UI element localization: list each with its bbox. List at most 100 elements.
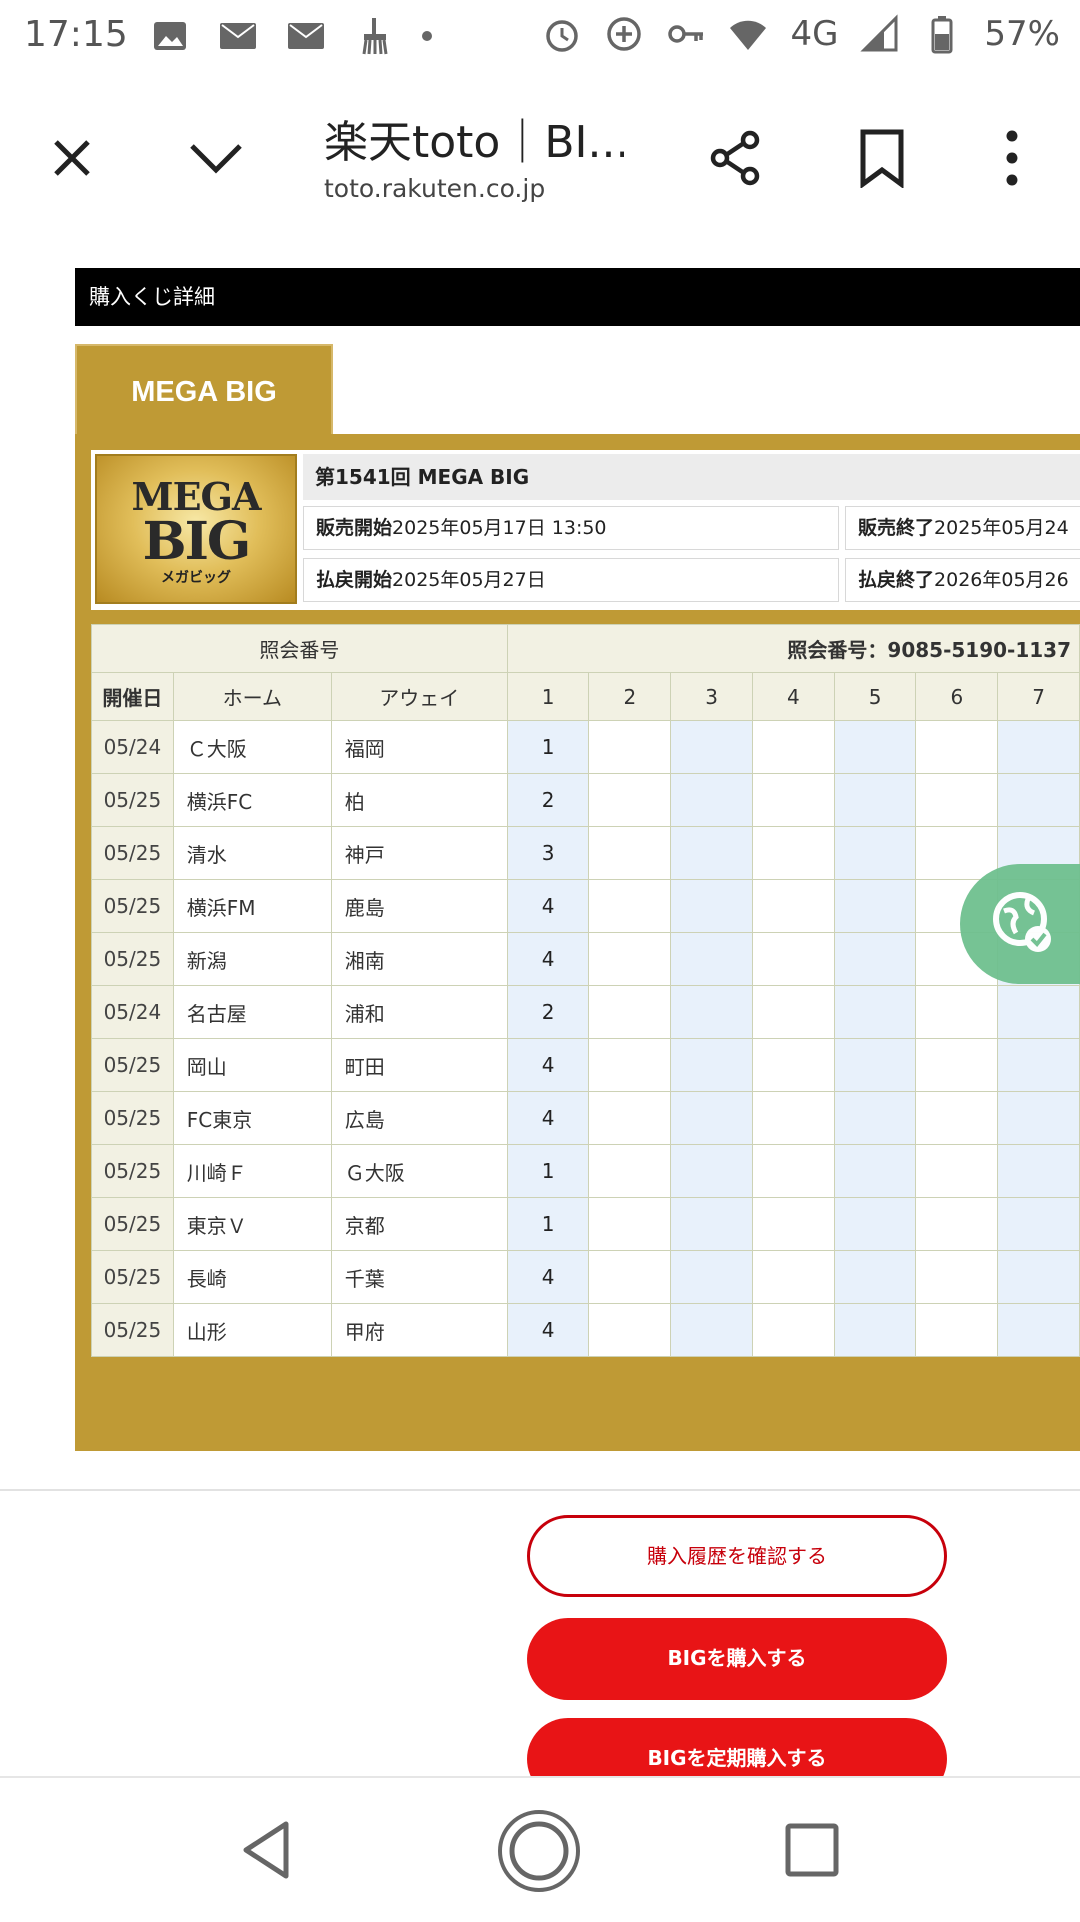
col-pick-3: 3	[670, 672, 753, 721]
empty-pick-cell	[751, 1250, 835, 1304]
empty-pick-cell	[997, 1250, 1080, 1304]
empty-pick-cell	[670, 1250, 753, 1304]
close-tab-button[interactable]	[36, 122, 108, 194]
home-team: Ｃ大阪	[172, 720, 332, 774]
empty-pick-cell	[915, 773, 999, 827]
more-notifications-dot-icon	[422, 31, 432, 41]
col-pick-4: 4	[751, 672, 835, 721]
match-row: 05/25 川崎Ｆ Ｇ大阪 1	[91, 1144, 1080, 1198]
away-team: 広島	[330, 1091, 508, 1145]
match-row: 05/25 長崎 千葉 4	[91, 1250, 1080, 1304]
page-title: 楽天toto｜BI...	[324, 117, 624, 168]
empty-pick-cell	[915, 826, 999, 880]
pick-cell: 1	[506, 1197, 590, 1251]
battery-percent: 57%	[984, 14, 1060, 54]
empty-pick-cell	[670, 1091, 753, 1145]
away-team: 神戸	[330, 826, 508, 880]
empty-pick-cell	[588, 773, 672, 827]
cleaner-icon	[362, 18, 388, 55]
empty-pick-cell	[588, 1038, 672, 1092]
pick-cell: 1	[506, 1144, 590, 1198]
notification-icons	[150, 16, 432, 56]
empty-pick-cell	[833, 879, 917, 933]
home-team: 横浜FM	[172, 879, 332, 933]
sale-start-value: 2025年05月17日 13:50	[392, 517, 607, 539]
translate-badge[interactable]	[960, 864, 1080, 984]
pick-cell: 4	[506, 1303, 590, 1357]
home-team: 名古屋	[172, 985, 332, 1039]
empty-pick-cell	[588, 720, 672, 774]
pick-cell: 4	[506, 879, 590, 933]
empty-pick-cell	[670, 826, 753, 880]
subscribe-big-button[interactable]: BIGを定期購入する	[527, 1718, 947, 1776]
match-date: 05/25	[91, 1250, 174, 1304]
empty-pick-cell	[915, 1303, 999, 1357]
home-button[interactable]	[496, 1808, 582, 1894]
web-content[interactable]: 購入くじ詳細 MEGA BIG MEGA BIG メガビッグ 第1541回 ME…	[0, 240, 1080, 1776]
empty-pick-cell	[751, 879, 835, 933]
share-button[interactable]	[700, 122, 772, 194]
empty-pick-cell	[751, 985, 835, 1039]
empty-pick-cell	[833, 1303, 917, 1357]
mega-big-logo: MEGA BIG メガビッグ	[95, 454, 297, 604]
empty-pick-cell	[670, 1197, 753, 1251]
purchase-history-button[interactable]: 購入履歴を確認する	[527, 1515, 947, 1597]
product-tab[interactable]: MEGA BIG	[75, 344, 333, 436]
col-pick-5: 5	[833, 672, 917, 721]
android-nav-bar	[0, 1776, 1080, 1922]
browser-toolbar: 楽天toto｜BI... toto.rakuten.co.jp	[0, 76, 1080, 242]
network-type: 4G	[790, 14, 839, 54]
alarm-icon	[546, 20, 579, 52]
col-pick-2: 2	[588, 672, 672, 721]
empty-pick-cell	[915, 1038, 999, 1092]
empty-pick-cell	[833, 826, 917, 880]
wifi-icon	[730, 20, 767, 50]
minimize-button[interactable]	[180, 122, 252, 194]
empty-pick-cell	[588, 826, 672, 880]
empty-pick-cell	[997, 1091, 1080, 1145]
refund-end-label: 払戻終了	[858, 569, 935, 591]
more-options-button[interactable]	[976, 122, 1048, 194]
empty-pick-cell	[588, 932, 672, 986]
away-team: 甲府	[330, 1303, 508, 1357]
away-team: 鹿島	[330, 879, 508, 933]
au-mail-icon	[288, 23, 324, 49]
refund-end-value: 2026年05月26	[934, 569, 1069, 591]
round-info: MEGA BIG メガビッグ 第1541回 MEGA BIG 販売開始2025年…	[91, 450, 1080, 610]
home-team: 横浜FC	[172, 773, 332, 827]
empty-pick-cell	[670, 720, 753, 774]
empty-pick-cell	[751, 826, 835, 880]
match-row: 05/25 横浜FM 鹿島 4	[91, 879, 1080, 933]
picks-table: 照会番号 照会番号：9085-5190-1137 開催日 ホーム アウェイ 1 …	[91, 624, 1080, 1357]
match-row: 05/25 横浜FC 柏 2	[91, 773, 1080, 827]
empty-pick-cell	[833, 985, 917, 1039]
pick-cell: 2	[506, 985, 590, 1039]
empty-pick-cell	[833, 932, 917, 986]
col-home: ホーム	[172, 672, 332, 721]
empty-pick-cell	[588, 1303, 672, 1357]
col-pick-1: 1	[506, 672, 590, 721]
buy-big-button[interactable]: BIGを購入する	[527, 1618, 947, 1700]
away-team: 京都	[330, 1197, 508, 1251]
status-time: 17:15	[24, 14, 128, 55]
match-date: 05/25	[91, 1038, 174, 1092]
sale-start: 販売開始2025年05月17日 13:50	[303, 506, 839, 550]
back-button[interactable]	[238, 1818, 298, 1882]
refund-start: 払戻開始2025年05月27日	[303, 558, 839, 602]
battery-icon	[931, 16, 953, 54]
match-date: 05/25	[91, 1144, 174, 1198]
bookmark-button[interactable]	[846, 122, 918, 194]
logo-text-big: BIG	[142, 511, 252, 572]
match-date: 05/25	[91, 826, 174, 880]
recents-button[interactable]	[784, 1822, 840, 1878]
empty-pick-cell	[833, 773, 917, 827]
empty-pick-cell	[670, 1038, 753, 1092]
empty-pick-cell	[915, 1091, 999, 1145]
match-row: 05/25 岡山 町田 4	[91, 1038, 1080, 1092]
match-row: 05/25 東京Ｖ 京都 1	[91, 1197, 1080, 1251]
empty-pick-cell	[751, 1038, 835, 1092]
home-team: 新潟	[172, 932, 332, 986]
empty-pick-cell	[915, 1144, 999, 1198]
empty-pick-cell	[915, 720, 999, 774]
away-team: 浦和	[330, 985, 508, 1039]
